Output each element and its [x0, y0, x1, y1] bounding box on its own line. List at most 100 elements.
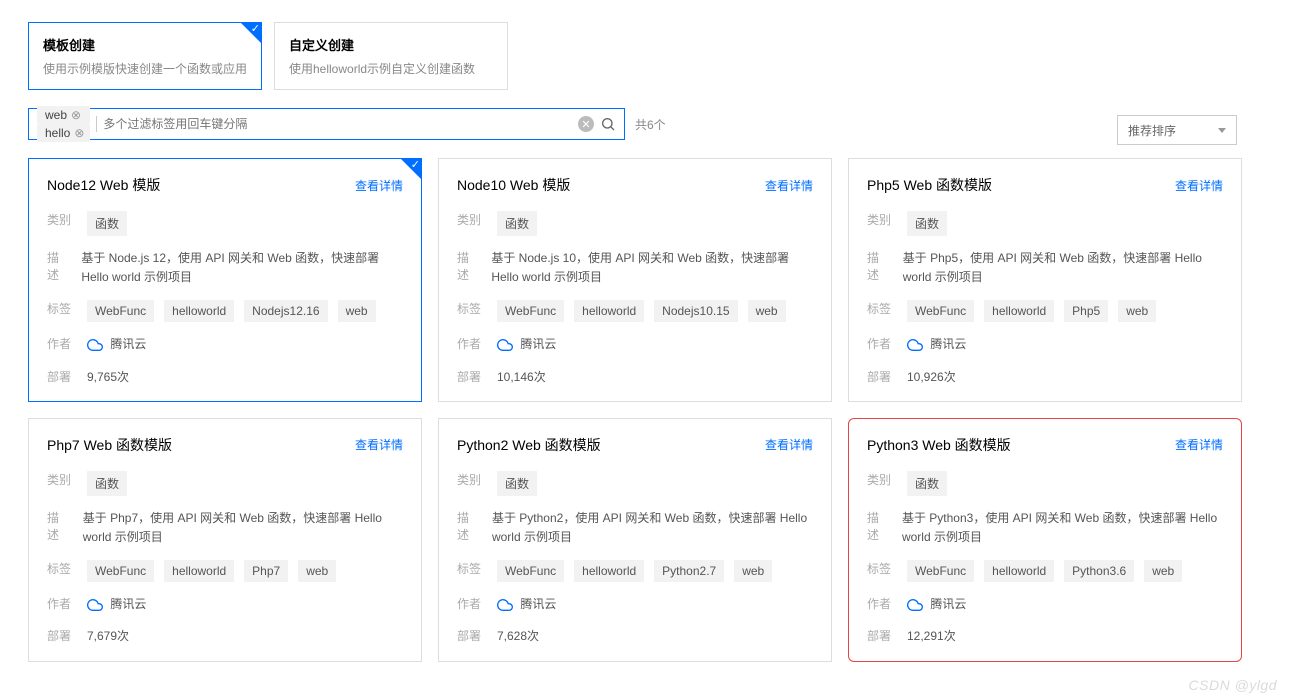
- tag-badge: helloworld: [574, 300, 644, 322]
- label-deploy: 部署: [867, 627, 893, 644]
- tag-badge: helloworld: [984, 300, 1054, 322]
- search-input[interactable]: [103, 117, 572, 131]
- tag-badge: WebFunc: [87, 300, 154, 322]
- cloud-icon: [907, 337, 923, 353]
- label-desc: 描述: [867, 509, 888, 543]
- template-card[interactable]: Php7 Web 函数模版查看详情类别函数描述基于 Php7，使用 API 网关…: [28, 418, 422, 662]
- template-card[interactable]: Node10 Web 模版查看详情类别函数描述基于 Node.js 10，使用 …: [438, 158, 832, 402]
- tag-badge: web: [338, 300, 376, 322]
- tag-badge: web: [298, 560, 336, 582]
- card-title: Python3 Web 函数模版: [867, 435, 1011, 455]
- card-title: Php5 Web 函数模版: [867, 175, 992, 195]
- tag-badge: web: [1144, 560, 1182, 582]
- template-card[interactable]: Node12 Web 模版 查看详情类别函数描述基于 Node.js 12，使用 …: [28, 158, 422, 402]
- create-tab-0[interactable]: 模板创建使用示例模版快速创建一个函数或应用: [28, 22, 262, 90]
- card-deploy: 7,679次: [87, 627, 129, 646]
- label-desc: 描述: [457, 249, 477, 283]
- label-type: 类别: [867, 471, 893, 488]
- label-tags: 标签: [47, 300, 73, 317]
- view-detail-link[interactable]: 查看详情: [1175, 177, 1223, 194]
- label-desc: 描述: [47, 509, 69, 543]
- tag-badge: web: [734, 560, 772, 582]
- cloud-icon: [87, 337, 103, 353]
- card-desc: 基于 Node.js 12，使用 API 网关和 Web 函数，快速部署 Hel…: [81, 249, 403, 287]
- label-tags: 标签: [457, 300, 483, 317]
- tag-badge: web: [1118, 300, 1156, 322]
- label-type: 类别: [867, 211, 893, 228]
- card-desc: 基于 Php5，使用 API 网关和 Web 函数，快速部署 Hello wor…: [903, 249, 1223, 287]
- create-tab-desc: 使用helloworld示例自定义创建函数: [289, 60, 493, 77]
- view-detail-link[interactable]: 查看详情: [355, 436, 403, 453]
- check-icon: [400, 158, 422, 180]
- chevron-down-icon: [1218, 128, 1226, 133]
- tag-badge: WebFunc: [907, 300, 974, 322]
- tag-badge: Python2.7: [654, 560, 724, 582]
- cloud-icon: [497, 597, 513, 613]
- view-detail-link[interactable]: 查看详情: [1175, 436, 1223, 453]
- template-card[interactable]: Php5 Web 函数模版 查看详情类别函数描述基于 Php5，使用 API 网关…: [848, 158, 1242, 402]
- label-desc: 描述: [457, 509, 478, 543]
- label-deploy: 部署: [867, 368, 893, 385]
- label-type: 类别: [47, 471, 73, 488]
- label-deploy: 部署: [47, 368, 73, 385]
- label-type: 类别: [457, 471, 483, 488]
- view-detail-link[interactable]: 查看详情: [765, 177, 813, 194]
- view-detail-link[interactable]: 查看详情: [765, 436, 813, 453]
- card-author: 腾讯云: [907, 595, 966, 614]
- check-icon: [240, 22, 262, 44]
- card-deploy: 10,146次: [497, 368, 546, 387]
- label-tags: 标签: [867, 300, 893, 317]
- card-deploy: 10,926次: [907, 368, 956, 387]
- label-deploy: 部署: [47, 627, 73, 644]
- label-desc: 描述: [867, 249, 889, 283]
- card-desc: 基于 Python3，使用 API 网关和 Web 函数，快速部署 Hello …: [902, 509, 1223, 547]
- label-tags: 标签: [867, 560, 893, 577]
- tag-badge: helloworld: [574, 560, 644, 582]
- card-author: 腾讯云: [907, 335, 966, 354]
- label-author: 作者: [47, 595, 73, 612]
- type-badge: 函数: [87, 211, 127, 236]
- watermark: CSDN @ylgd: [1189, 677, 1277, 693]
- clear-icon[interactable]: ✕: [578, 116, 594, 132]
- card-desc: 基于 Php7，使用 API 网关和 Web 函数，快速部署 Hello wor…: [83, 509, 403, 547]
- card-title: Node10 Web 模版: [457, 175, 570, 195]
- create-tab-1[interactable]: 自定义创建使用helloworld示例自定义创建函数: [274, 22, 508, 90]
- label-author: 作者: [867, 335, 893, 352]
- type-badge: 函数: [497, 211, 537, 236]
- view-detail-link[interactable]: 查看详情: [355, 177, 403, 194]
- template-card[interactable]: Python2 Web 函数模版查看详情类别函数描述基于 Python2，使用 …: [438, 418, 832, 662]
- tag-badge: Nodejs10.15: [654, 300, 737, 322]
- card-author: 腾讯云: [87, 595, 146, 614]
- label-tags: 标签: [47, 560, 73, 577]
- tag-badge: WebFunc: [497, 300, 564, 322]
- label-author: 作者: [47, 335, 73, 352]
- label-tags: 标签: [457, 560, 483, 577]
- card-title: Node12 Web 模版: [47, 175, 160, 195]
- tag-badge: WebFunc: [907, 560, 974, 582]
- search-box[interactable]: web ⊗ hello ⊗ ✕: [28, 108, 625, 140]
- type-badge: 函数: [907, 211, 947, 236]
- label-author: 作者: [457, 335, 483, 352]
- card-author: 腾讯云: [497, 595, 556, 614]
- card-title: Php7 Web 函数模版: [47, 435, 172, 455]
- template-card[interactable]: Python3 Web 函数模版 查看详情类别函数描述基于 Python3，使用 …: [848, 418, 1242, 662]
- card-desc: 基于 Node.js 10，使用 API 网关和 Web 函数，快速部署 Hel…: [491, 249, 813, 287]
- search-icon[interactable]: [600, 116, 616, 132]
- create-tab-desc: 使用示例模版快速创建一个函数或应用: [43, 60, 247, 77]
- card-deploy: 9,765次: [87, 368, 129, 387]
- card-author: 腾讯云: [87, 335, 146, 354]
- card-title: Python2 Web 函数模版: [457, 435, 601, 455]
- filter-tag[interactable]: web ⊗: [37, 106, 90, 124]
- label-desc: 描述: [47, 249, 67, 283]
- sort-select[interactable]: 推荐排序: [1117, 115, 1237, 145]
- filter-tag[interactable]: hello ⊗: [37, 124, 90, 142]
- create-tab-title: 模板创建: [43, 35, 247, 54]
- tag-remove-icon[interactable]: ⊗: [74, 126, 84, 140]
- create-tab-title: 自定义创建: [289, 35, 493, 54]
- type-badge: 函数: [907, 471, 947, 496]
- tag-remove-icon[interactable]: ⊗: [71, 108, 81, 122]
- label-type: 类别: [47, 211, 73, 228]
- tag-badge: WebFunc: [497, 560, 564, 582]
- tag-badge: helloworld: [984, 560, 1054, 582]
- label-author: 作者: [457, 595, 483, 612]
